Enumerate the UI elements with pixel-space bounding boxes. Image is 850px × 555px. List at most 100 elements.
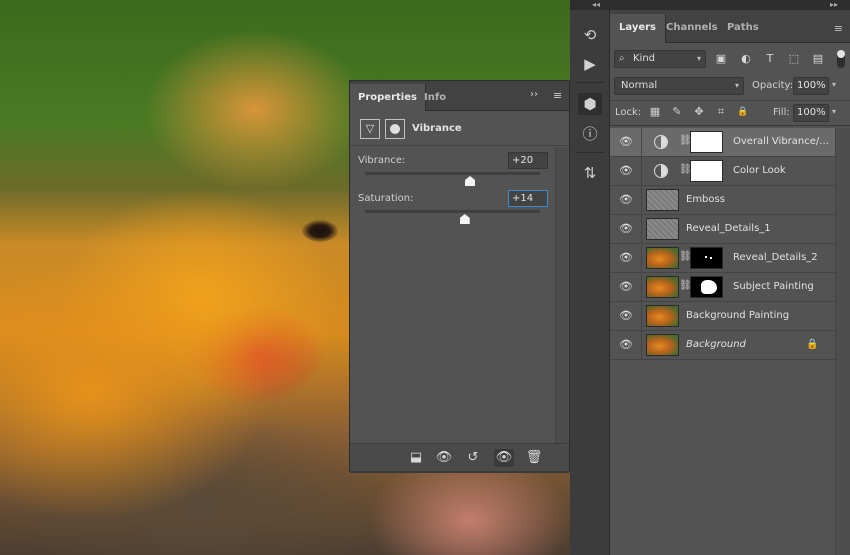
lock-icon: 🔒 [806,339,819,350]
layer-row[interactable]: 👁 Emboss [610,186,835,215]
opacity-input[interactable]: 100% [793,77,829,95]
eye-icon[interactable]: 👁 [619,281,633,293]
vibrance-slider[interactable] [365,172,540,175]
vibrance-adjustment-icon[interactable]: ▽ [360,119,380,139]
layer-name: Color Look [733,165,786,176]
layer-thumbnail[interactable] [646,218,679,240]
view-previous-state-icon[interactable]: 👁 [434,449,454,467]
layer-name: Emboss [686,194,725,205]
expand-panel-icon[interactable]: ›› [530,89,538,100]
properties-panel: Properties Info ›› ≡ ▽ Vibrance Vibrance… [349,80,570,473]
layer-name: Reveal_Details_1 [686,223,771,234]
filter-adjustment-icon[interactable]: ◐ [738,51,754,67]
collapse-dock-icon[interactable]: ◂◂ [592,0,600,9]
toggle-visibility-icon[interactable]: 👁 [494,449,514,467]
3d-cube-icon[interactable]: ⬢ [578,93,602,115]
saturation-label: Saturation: [358,193,414,204]
layers-panel-tabs: Layers Channels Paths ≡ [610,10,850,43]
layer-mask-thumbnail[interactable] [690,131,723,153]
properties-scrollbar[interactable] [555,147,568,443]
tab-channels[interactable]: Channels [657,14,727,43]
blend-mode-value: Normal [621,80,658,91]
saturation-slider[interactable] [365,210,540,213]
layer-thumbnail[interactable] [646,247,679,269]
layer-name: Subject Painting [733,281,814,292]
panel-resize-grip[interactable] [350,471,569,473]
chevron-down-icon: ▾ [696,54,701,63]
layer-row[interactable]: 👁 Background Painting [610,302,835,331]
layer-name: Background Painting [686,310,790,321]
layer-row[interactable]: 👁 ⛓ Color Look [610,157,835,186]
filter-pixel-icon[interactable]: ▣ [713,51,729,67]
fill-dropdown-icon[interactable]: ▾ [832,107,836,116]
clone-source-icon[interactable]: ⇅ [578,162,602,184]
filter-kind-select[interactable]: ⌕ Kind ▾ [614,50,706,68]
vibrance-input[interactable]: +20 [508,152,548,169]
history-icon[interactable]: ⟲ [578,24,602,46]
layer-row[interactable]: 👁 ⛓ Reveal_Details_2 [610,244,835,273]
eye-icon[interactable]: 👁 [619,165,633,177]
layer-thumbnail[interactable] [646,334,679,356]
opacity-dropdown-icon[interactable]: ▾ [832,80,836,89]
lock-label: Lock: [615,107,642,118]
chevron-down-icon: ▾ [734,81,739,90]
layers-panel-menu-icon[interactable]: ≡ [834,22,843,35]
fox-eye [302,220,338,242]
layer-thumbnail[interactable] [646,189,679,211]
eye-icon[interactable]: 👁 [619,339,633,351]
properties-tabs: Properties Info ›› ≡ [350,81,569,111]
filter-toggle[interactable] [837,50,845,68]
vibrance-label: Vibrance: [358,155,406,166]
reset-icon[interactable]: ↺ [463,449,483,467]
layers-scrollbar[interactable] [835,128,850,555]
eye-icon[interactable]: 👁 [619,223,633,235]
layer-row[interactable]: 👁 Background 🔒 [610,331,835,360]
lock-pixels-icon[interactable]: ✎ [670,105,684,119]
tab-paths[interactable]: Paths [718,14,768,43]
mask-icon[interactable] [385,119,405,139]
lock-transparent-icon[interactable]: ▦ [648,105,662,119]
info-icon[interactable]: ⓘ [578,122,602,144]
eye-icon[interactable]: 👁 [619,252,633,264]
eye-icon[interactable]: 👁 [619,136,633,148]
panel-icon-strip: ⟲ ▶ ⬢ ⓘ ⇅ [570,10,610,555]
filter-type-icon[interactable]: T [762,51,778,67]
tab-info[interactable]: Info [416,84,454,111]
eye-icon[interactable]: 👁 [619,310,633,322]
opacity-label: Opacity: [752,80,794,91]
dock-top-bar: ◂◂ ▸▸ [570,0,850,10]
fill-input[interactable]: 100% [793,104,829,122]
layer-mask-thumbnail[interactable] [690,247,723,269]
eye-icon[interactable]: 👁 [619,194,633,206]
expand-dock-icon[interactable]: ▸▸ [830,0,838,9]
adjustment-layer-icon [654,164,668,178]
filter-smart-object-icon[interactable]: ▤ [810,51,826,67]
blend-mode-select[interactable]: Normal ▾ [614,77,744,95]
lock-position-icon[interactable]: ✥ [692,105,706,119]
adjustment-layer-icon [654,135,668,149]
lock-artboard-icon[interactable]: ⌗ [714,105,728,119]
layer-row[interactable]: 👁 ⛓ Overall Vibrance/... [610,128,835,157]
adjustment-title: Vibrance [412,123,462,134]
layer-name: Overall Vibrance/... [733,136,829,147]
properties-header: ▽ Vibrance [350,112,569,146]
lock-all-icon[interactable]: 🔒 [736,105,750,119]
layer-name: Reveal_Details_2 [733,252,818,263]
layer-thumbnail[interactable] [646,305,679,327]
layer-list: 👁 ⛓ Overall Vibrance/... 👁 ⛓ Color Look … [610,128,835,360]
layer-row[interactable]: 👁 ⛓ Subject Painting [610,273,835,302]
tab-properties[interactable]: Properties [350,84,426,111]
layer-name: Background [686,339,746,350]
properties-menu-icon[interactable]: ≡ [553,89,562,102]
delete-icon[interactable]: 🗑 [524,449,544,467]
layers-panel: Layers Channels Paths ≡ ⌕ Kind ▾ ▣ ◐ T ⬚… [610,10,850,555]
saturation-input[interactable]: +14 [508,190,548,207]
clip-to-layer-icon[interactable]: ⬓ [406,449,426,467]
play-actions-icon[interactable]: ▶ [578,53,602,75]
layer-row[interactable]: 👁 Reveal_Details_1 [610,215,835,244]
layer-thumbnail[interactable] [646,276,679,298]
layer-mask-thumbnail[interactable] [690,276,723,298]
filter-shape-icon[interactable]: ⬚ [786,51,802,67]
layer-mask-thumbnail[interactable] [690,160,723,182]
fill-label: Fill: [773,107,790,118]
